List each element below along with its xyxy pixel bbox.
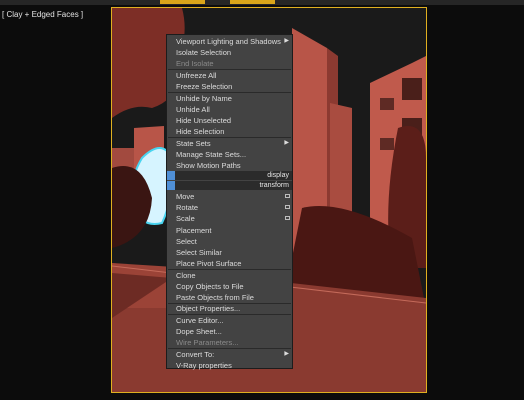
menu-item-wire-parameters[interactable]: Wire Parameters... xyxy=(167,337,292,348)
menu-item-copy-objects-to-file[interactable]: Copy Objects to File xyxy=(167,281,292,292)
menu-separator xyxy=(168,69,291,70)
menu-item-label: Placement xyxy=(176,226,212,235)
menu-item-isolate-selection[interactable]: Isolate Selection xyxy=(167,47,292,58)
menu-item-clone[interactable]: Clone xyxy=(167,270,292,281)
menu-item-state-sets[interactable]: State Sets ▶ xyxy=(167,138,292,149)
menu-item-label: Wire Parameters... xyxy=(176,338,239,347)
menu-separator xyxy=(168,269,291,270)
menu-item-convert-to[interactable]: Convert To: ▶ xyxy=(167,349,292,360)
menu-item-label: Curve Editor... xyxy=(176,316,224,325)
menu-item-end-isolate[interactable]: End Isolate xyxy=(167,58,292,69)
top-toolbar-strip xyxy=(0,0,524,5)
menu-item-move[interactable]: Move xyxy=(167,191,292,202)
menu-item-label: Convert To: xyxy=(176,350,215,359)
quad-accent-marker xyxy=(167,181,175,190)
menu-item-unfreeze-all[interactable]: Unfreeze All xyxy=(167,70,292,81)
menu-item-label: Rotate xyxy=(176,203,199,212)
menu-item-select[interactable]: Select xyxy=(167,236,292,247)
menu-item-label: Select xyxy=(176,237,197,246)
menu-item-label: Move xyxy=(176,192,195,201)
quad-accent-marker xyxy=(167,171,175,180)
toolbar-highlight xyxy=(160,0,205,4)
quad-header-display: display xyxy=(167,171,292,180)
menu-item-label: End Isolate xyxy=(176,59,214,68)
menu-item-label: Unhide by Name xyxy=(176,94,232,103)
menu-item-label: Hide Unselected xyxy=(176,116,232,125)
menu-item-hide-selection[interactable]: Hide Selection xyxy=(167,126,292,137)
menu-separator xyxy=(168,303,291,304)
menu-item-label: Hide Selection xyxy=(176,127,225,136)
menu-item-object-properties[interactable]: Object Properties... xyxy=(167,303,292,314)
menu-item-paste-objects-from-file[interactable]: Paste Objects from File xyxy=(167,292,292,303)
menu-item-label: Copy Objects to File xyxy=(176,282,244,291)
menu-item-manage-state-sets[interactable]: Manage State Sets... xyxy=(167,149,292,160)
menu-separator xyxy=(168,314,291,315)
menu-item-label: Clone xyxy=(176,271,196,280)
menu-item-label: Isolate Selection xyxy=(176,48,232,57)
menu-separator xyxy=(168,92,291,93)
quad-header-transform: transform xyxy=(167,181,292,190)
menu-item-show-motion-paths[interactable]: Show Motion Paths xyxy=(167,160,292,171)
menu-separator xyxy=(168,137,291,138)
menu-item-place-pivot-surface[interactable]: Place Pivot Surface xyxy=(167,258,292,269)
menu-item-label: State Sets xyxy=(176,139,211,148)
quad-header-label: display xyxy=(267,172,289,179)
menu-item-scale[interactable]: Scale xyxy=(167,213,292,224)
menu-item-viewport-lighting-and-shadows[interactable]: Viewport Lighting and Shadows ▶ xyxy=(167,36,292,47)
menu-item-label: V-Ray properties xyxy=(176,361,232,370)
menu-item-label: Viewport Lighting and Shadows xyxy=(176,37,281,46)
settings-box-icon[interactable] xyxy=(285,194,290,198)
triangle-right-icon: ▶ xyxy=(284,140,289,146)
menu-item-label: Freeze Selection xyxy=(176,82,233,91)
settings-box-icon[interactable] xyxy=(285,205,290,209)
triangle-right-icon: ▶ xyxy=(284,351,289,357)
menu-item-label: Scale xyxy=(176,214,195,223)
menu-item-label: Place Pivot Surface xyxy=(176,259,242,268)
menu-item-label: Show Motion Paths xyxy=(176,161,241,170)
menu-item-unhide-all[interactable]: Unhide All xyxy=(167,104,292,115)
menu-item-label: Unfreeze All xyxy=(176,71,217,80)
menu-item-v-ray-properties[interactable]: V-Ray properties xyxy=(167,360,292,371)
menu-item-label: Manage State Sets... xyxy=(176,150,247,159)
menu-item-label: Select Similar xyxy=(176,248,222,257)
triangle-right-icon: ▶ xyxy=(284,38,289,44)
menu-item-select-similar[interactable]: Select Similar xyxy=(167,247,292,258)
settings-box-icon[interactable] xyxy=(285,216,290,220)
menu-item-label: Unhide All xyxy=(176,105,210,114)
menu-item-hide-unselected[interactable]: Hide Unselected xyxy=(167,115,292,126)
quad-header-label: transform xyxy=(259,182,289,189)
menu-item-placement[interactable]: Placement xyxy=(167,225,292,236)
menu-item-label: Paste Objects from File xyxy=(176,293,254,302)
menu-item-dope-sheet[interactable]: Dope Sheet... xyxy=(167,326,292,337)
menu-item-unhide-by-name[interactable]: Unhide by Name xyxy=(167,93,292,104)
menu-item-label: Object Properties... xyxy=(176,304,241,313)
menu-item-freeze-selection[interactable]: Freeze Selection xyxy=(167,81,292,92)
viewport-label[interactable]: [ Clay + Edged Faces ] xyxy=(2,10,83,19)
menu-separator xyxy=(168,348,291,349)
toolbar-highlight xyxy=(230,0,275,4)
quad-context-menu: Viewport Lighting and Shadows ▶ Isolate Se… xyxy=(166,34,293,371)
menu-item-label: Dope Sheet... xyxy=(176,327,222,336)
menu-item-curve-editor[interactable]: Curve Editor... xyxy=(167,315,292,326)
menu-item-rotate[interactable]: Rotate xyxy=(167,202,292,213)
